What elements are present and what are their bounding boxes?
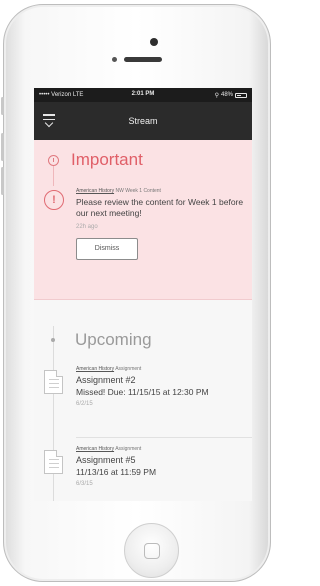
course-link[interactable]: American History	[76, 446, 114, 452]
top-navbar: Stream	[34, 102, 252, 140]
front-camera	[150, 38, 158, 46]
upcoming-section: Upcoming American History Assignment Ass…	[34, 300, 252, 501]
item-kind: Assignment	[115, 366, 142, 372]
document-icon	[44, 370, 63, 394]
item-kind: Assignment	[115, 446, 142, 452]
volume-down-button	[1, 167, 4, 195]
item-date: 6/2/15	[76, 400, 93, 407]
important-section: Important ! American History NW Week 1 C…	[34, 140, 252, 300]
list-item[interactable]: American History Assignment Assignment #…	[76, 366, 246, 407]
item-detail: Missed! Due: 11/15/15 at 12:30 PM	[76, 386, 209, 397]
notice-context: NW Week 1 Content	[115, 188, 161, 194]
upcoming-heading: Upcoming	[75, 330, 152, 349]
earpiece-speaker	[124, 57, 162, 62]
list-item[interactable]: American History Assignment Assignment #…	[76, 446, 246, 487]
course-link[interactable]: American History	[76, 366, 114, 372]
timeline-dot	[51, 338, 55, 342]
status-bar: ••••• Verizon LTE 2:01 PM ⚲ 48%	[34, 88, 252, 102]
volume-up-button	[1, 133, 4, 161]
app-screen: ••••• Verizon LTE 2:01 PM ⚲ 48% Stream I…	[34, 88, 252, 501]
divider	[76, 437, 252, 438]
alert-icon: !	[44, 190, 64, 210]
clock-icon	[48, 154, 59, 166]
mute-switch	[1, 97, 4, 115]
item-title: Assignment #2	[76, 375, 136, 385]
announcement-card[interactable]: American History NW Week 1 Content Pleas…	[76, 188, 244, 260]
timeline-line	[53, 326, 54, 501]
status-time: 2:01 PM	[131, 91, 155, 97]
item-title: Assignment #5	[76, 455, 136, 465]
document-icon	[44, 450, 63, 474]
notice-message: Please review the content for Week 1 bef…	[76, 197, 244, 219]
timeline-line	[53, 166, 54, 186]
chevron-down-icon	[44, 118, 54, 128]
notice-timestamp: 22h ago	[76, 223, 98, 230]
item-date: 6/3/15	[76, 480, 93, 487]
home-button[interactable]	[124, 523, 179, 578]
item-detail: 11/13/16 at 11:59 PM	[76, 466, 157, 477]
sensor-dot	[112, 57, 117, 62]
dismiss-button[interactable]: Dismiss	[76, 237, 138, 260]
important-heading: Important	[71, 150, 143, 169]
menu-icon[interactable]	[43, 114, 55, 128]
page-title: Stream	[128, 116, 158, 126]
course-link[interactable]: American History	[76, 188, 114, 194]
